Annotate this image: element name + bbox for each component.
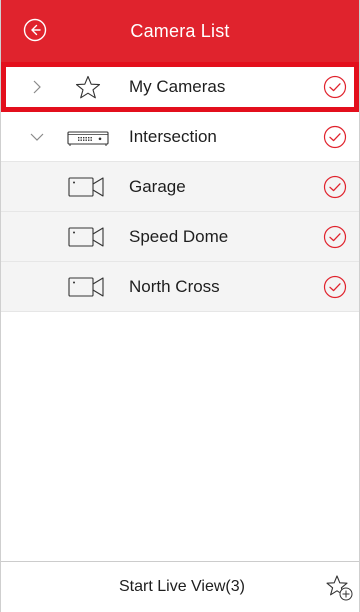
- check-circle-icon[interactable]: [323, 175, 347, 199]
- check-circle-icon[interactable]: [323, 275, 347, 299]
- chevron-down-icon[interactable]: [29, 129, 45, 145]
- list-item-label: Speed Dome: [129, 226, 229, 246]
- chevron-right-icon[interactable]: [29, 79, 45, 95]
- list-item-label: Garage: [129, 176, 186, 196]
- camera-list-screen: Camera List My Cameras Intersection Gara…: [0, 0, 360, 612]
- bottom-toolbar: Start Live View(3): [1, 561, 359, 612]
- list-item-my-cameras[interactable]: My Cameras: [1, 62, 359, 112]
- list-item-north-cross[interactable]: North Cross: [1, 262, 359, 312]
- list-item-label: My Cameras: [129, 76, 226, 96]
- camera-icon: [68, 276, 104, 297]
- list-item-garage[interactable]: Garage: [1, 162, 359, 212]
- check-circle-icon[interactable]: [323, 125, 347, 149]
- list-item-intersection[interactable]: Intersection: [1, 112, 359, 162]
- header-bar: Camera List: [1, 0, 359, 62]
- check-circle-icon[interactable]: [323, 75, 347, 99]
- camera-icon: [68, 226, 104, 247]
- check-circle-icon[interactable]: [323, 225, 347, 249]
- camera-icon: [68, 176, 104, 197]
- camera-tree-list: My Cameras Intersection Garage Speed Dom…: [1, 62, 359, 312]
- star-plus-icon[interactable]: [325, 574, 355, 602]
- star-icon: [75, 75, 101, 98]
- dvr-device-icon: [67, 130, 109, 146]
- list-item-speed-dome[interactable]: Speed Dome: [1, 212, 359, 262]
- list-item-label: North Cross: [129, 276, 220, 296]
- start-live-view-button[interactable]: Start Live View(3): [119, 578, 245, 596]
- page-title: Camera List: [130, 20, 230, 41]
- list-item-label: Intersection: [129, 126, 217, 146]
- back-icon[interactable]: [23, 18, 47, 42]
